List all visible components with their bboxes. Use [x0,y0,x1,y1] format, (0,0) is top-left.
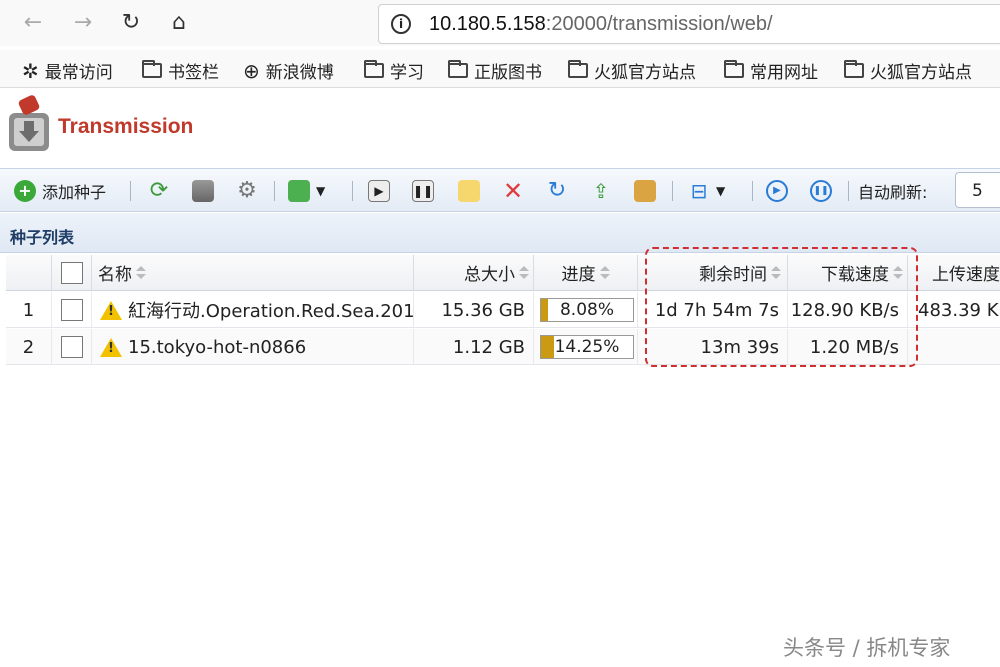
reannounce-button[interactable]: ⇪ [590,178,612,204]
folder-icon [364,60,384,78]
progress-column-header[interactable]: 进度 [534,255,638,291]
bookmark-folder[interactable]: 学习 [364,58,424,83]
refresh-icon: ⟳ [149,178,169,203]
gear-icon: ✲ [22,58,39,83]
recheck-icon: ↻ [547,178,567,203]
edit-button[interactable] [458,178,480,204]
pause-icon: ❚❚ [412,180,434,202]
bookmark-weibo[interactable]: ⊕ 新浪微博 [243,58,334,84]
row-checkbox[interactable] [60,299,83,321]
progress-cell: 8.08% [534,292,638,328]
upload-speed-cell [908,329,1000,365]
sort-icon [599,265,610,280]
add-torrent-button[interactable]: + 添加种子 [14,178,106,204]
app-header: Transmission [0,89,1000,169]
box-icon [634,180,656,202]
settings-button[interactable]: ⚙ [236,178,258,204]
url-bar[interactable]: i 10.180.5.158:20000/transmission/web/ [378,4,1000,44]
row-index: 1 [6,292,52,328]
size-cell: 15.36 GB [414,292,534,328]
back-icon[interactable]: ← [18,8,48,38]
bookmark-folder[interactable]: 常用网址 [724,58,818,83]
toolbar-divider [848,181,849,201]
upload-column-header[interactable]: 上传速度 [908,255,1000,291]
folder-icon [448,60,468,78]
bookmark-most-visited[interactable]: ✲ 最常访问 [22,58,113,84]
start-all-button[interactable]: ▶ [766,178,788,204]
puzzle-icon [288,180,310,202]
size-cell: 1.12 GB [414,329,534,365]
queue-button[interactable] [192,178,214,204]
select-all-checkbox[interactable] [60,261,83,284]
pause-all-button[interactable]: ❚❚ [810,178,832,204]
pause-circle-icon: ❚❚ [810,180,832,202]
size-column-header[interactable]: 总大小 [414,255,534,291]
browser-navbar: ← → ↻ ⌂ i 10.180.5.158:20000/transmissio… [0,0,1000,46]
info-icon[interactable]: i [391,14,411,34]
transmission-logo-icon [9,95,49,151]
toolbar-divider [752,181,753,201]
globe-icon: ⊕ [243,58,260,83]
upload-speed-cell: 483.39 KB [918,299,1000,321]
forward-icon[interactable]: → [68,8,98,38]
chevron-down-icon: ▼ [316,184,326,198]
row-index: 2 [6,329,52,365]
play-icon: ▶ [368,180,390,202]
warning-icon [100,300,122,320]
progress-bar: 14.25% [540,335,634,359]
bookmark-folder[interactable]: 正版图书 [448,58,542,83]
torrent-name-cell: 15.tokyo-hot-n0866 [92,329,414,365]
announce-icon: ⇪ [592,179,610,203]
pause-button[interactable]: ❚❚ [412,178,434,204]
auto-refresh-input[interactable]: 5 [955,172,1000,208]
gear-icon: ⚙ [237,178,257,203]
progress-cell: 14.25% [534,329,638,365]
toolbar-divider [352,181,353,201]
toolbar-divider [130,181,131,201]
folder-icon [724,60,744,78]
index-column-header [6,255,52,291]
row-checkbox-cell [52,329,92,365]
toolbar-divider [672,181,673,201]
bookmark-folder[interactable]: 火狐官方站点 [568,58,696,83]
bookmarks-bar: ✲ 最常访问 书签栏 ⊕ 新浪微博 学习 正版图书 火狐官方站点 常用网址 火狐官方… [0,50,1000,88]
refresh-button[interactable]: ⟳ [148,178,170,204]
auto-refresh-label: 自动刷新: [858,183,928,202]
select-all-header [52,255,92,291]
url-text: 10.180.5.158:20000/transmission/web/ [429,13,773,35]
progress-bar: 8.08% [540,298,634,322]
start-button[interactable]: ▶ [368,178,390,204]
app-title: Transmission [58,115,194,138]
highlight-annotation [645,247,918,367]
sort-icon [136,265,146,280]
bookmark-folder[interactable]: 火狐官方站点 [844,58,972,83]
name-column-header[interactable]: 名称 [92,255,414,291]
slider-icon: ⊟ [690,179,708,203]
sort-icon [519,265,529,280]
bookmark-folder[interactable]: 书签栏 [142,58,219,83]
watermark: 头条号 / 拆机专家 [783,636,951,660]
edit-icon [458,180,480,202]
remove-button[interactable]: ✕ [502,178,524,204]
recheck-button[interactable]: ↻ [546,178,568,204]
move-button[interactable] [634,178,656,204]
limit-dropdown[interactable]: ⊟ ▼ [688,178,726,204]
row-checkbox-cell [52,292,92,328]
close-icon: ✕ [502,177,524,205]
stack-icon [192,180,214,202]
toolbar: + 添加种子 ⟳ ⚙ ▼ ▶ ❚❚ ✕ ↻ ⇪ ⊟ ▼ ▶ ❚❚ 自动刷新: 5 [0,168,1000,212]
reload-icon[interactable]: ↻ [116,8,146,38]
folder-icon [844,60,864,78]
toolbar-divider [274,181,275,201]
folder-icon [142,60,162,78]
home-icon[interactable]: ⌂ [164,8,194,38]
chevron-down-icon: ▼ [716,184,726,198]
play-circle-icon: ▶ [766,180,788,202]
plus-icon: + [14,180,36,202]
folder-icon [568,60,588,78]
row-checkbox[interactable] [60,336,83,358]
plugins-dropdown[interactable]: ▼ [288,178,325,204]
warning-icon [100,337,122,357]
torrent-name-cell: 紅海行动.Operation.Red.Sea.2018 [92,292,414,328]
